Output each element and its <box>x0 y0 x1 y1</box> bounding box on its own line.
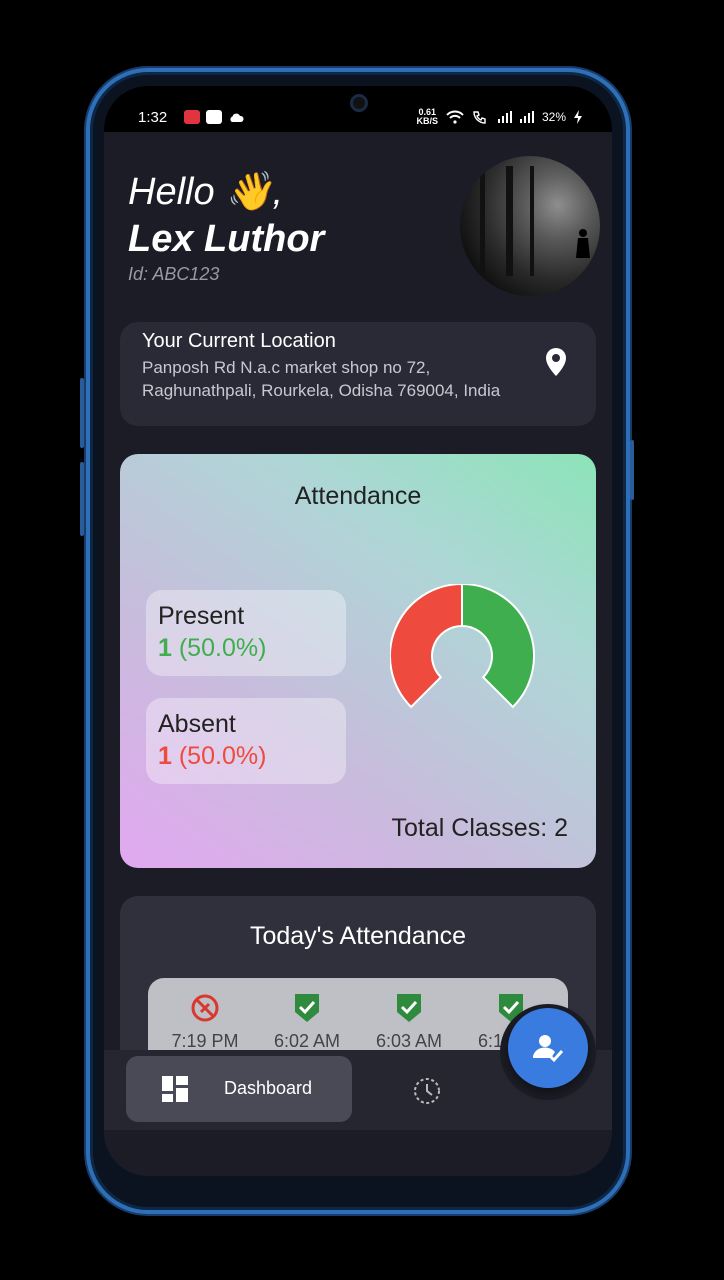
avatar-tree <box>480 166 485 276</box>
home-bar-area <box>104 1130 612 1176</box>
power-button <box>630 440 634 500</box>
attendance-title: Attendance <box>294 482 422 510</box>
user-name: Lex Luthor <box>128 218 325 260</box>
absent-count: 1 <box>158 742 172 770</box>
net-speed: 0.61 KB/S <box>416 108 438 126</box>
notification-app-icon <box>184 110 200 124</box>
avatar[interactable] <box>460 156 600 296</box>
volume-button <box>80 378 84 448</box>
notification-icons <box>184 110 244 124</box>
avatar-tree <box>530 166 534 276</box>
volte-call-icon <box>473 111 486 124</box>
user-id: Id: ABC123 <box>128 264 220 284</box>
record-time: 6:03 AM <box>375 1031 443 1051</box>
record-item[interactable]: 7:19 PM <box>160 992 250 1052</box>
present-count: 1 <box>158 634 172 662</box>
attendance-gauge <box>390 584 535 709</box>
total-classes: Total Classes: 2 <box>391 814 568 842</box>
notification-app-icon <box>206 110 222 124</box>
absent-value: 1 (50.0%) <box>158 742 266 771</box>
todays-attendance-title: Today's Attendance <box>249 922 467 950</box>
greeting: Hello 👋, <box>128 171 284 213</box>
app-screen: 1:32 0.61 KB/S 32% Hello 👋, Lex Luthor I… <box>104 86 612 1176</box>
attendance-card: Attendance Present 1 (50.0%) Absent 1 (5… <box>120 454 596 868</box>
location-card[interactable]: Your Current Location Panposh Rd N.a.c m… <box>120 322 596 426</box>
battery-level: 32% <box>541 110 566 124</box>
location-address: Panposh Rd N.a.c market shop no 72, Ragh… <box>142 358 501 400</box>
history-clock-icon[interactable] <box>412 1076 442 1106</box>
mark-attendance-button[interactable] <box>508 1008 588 1088</box>
signal-icon <box>497 111 512 123</box>
record-time: 7:19 PM <box>171 1031 239 1051</box>
nav-dashboard[interactable]: Dashboard <box>126 1056 352 1122</box>
volume-button <box>80 462 84 536</box>
front-camera <box>350 94 368 112</box>
cloud-icon <box>230 113 244 122</box>
record-time: 6:02 AM <box>273 1031 341 1051</box>
present-percent: (50.0%) <box>178 634 267 662</box>
signal-icon <box>519 111 534 123</box>
verified-shield-icon <box>295 994 319 1022</box>
dashboard-grid-icon <box>162 1076 188 1102</box>
gauge-present-segment <box>461 584 535 709</box>
record-item[interactable]: 6:02 AM <box>262 992 352 1052</box>
avatar-figure <box>576 229 590 258</box>
net-speed-unit: KB/S <box>416 116 438 126</box>
charging-bolt-icon <box>574 110 582 124</box>
record-item[interactable]: 6:03 AM <box>364 992 454 1052</box>
present-value: 1 (50.0%) <box>158 634 266 663</box>
absent-stat: Absent 1 (50.0%) <box>146 698 346 784</box>
status-bar: 1:32 0.61 KB/S 32% <box>104 86 612 132</box>
absent-percent: (50.0%) <box>178 742 267 770</box>
gauge-absent-segment <box>390 584 463 709</box>
wifi-icon <box>446 110 464 124</box>
verified-shield-icon <box>397 994 421 1022</box>
mark-attendance-icon <box>532 1035 564 1063</box>
absent-label: Absent <box>158 710 236 738</box>
location-title: Your Current Location <box>142 330 336 352</box>
nav-dashboard-label: Dashboard <box>224 1078 313 1098</box>
absent-x-icon <box>191 994 219 1022</box>
status-indicators: 0.61 KB/S 32% <box>416 108 582 126</box>
present-label: Present <box>158 602 245 630</box>
status-time: 1:32 <box>138 109 168 126</box>
avatar-tree <box>506 166 513 276</box>
present-stat: Present 1 (50.0%) <box>146 590 346 676</box>
location-pin-icon[interactable] <box>544 348 568 378</box>
